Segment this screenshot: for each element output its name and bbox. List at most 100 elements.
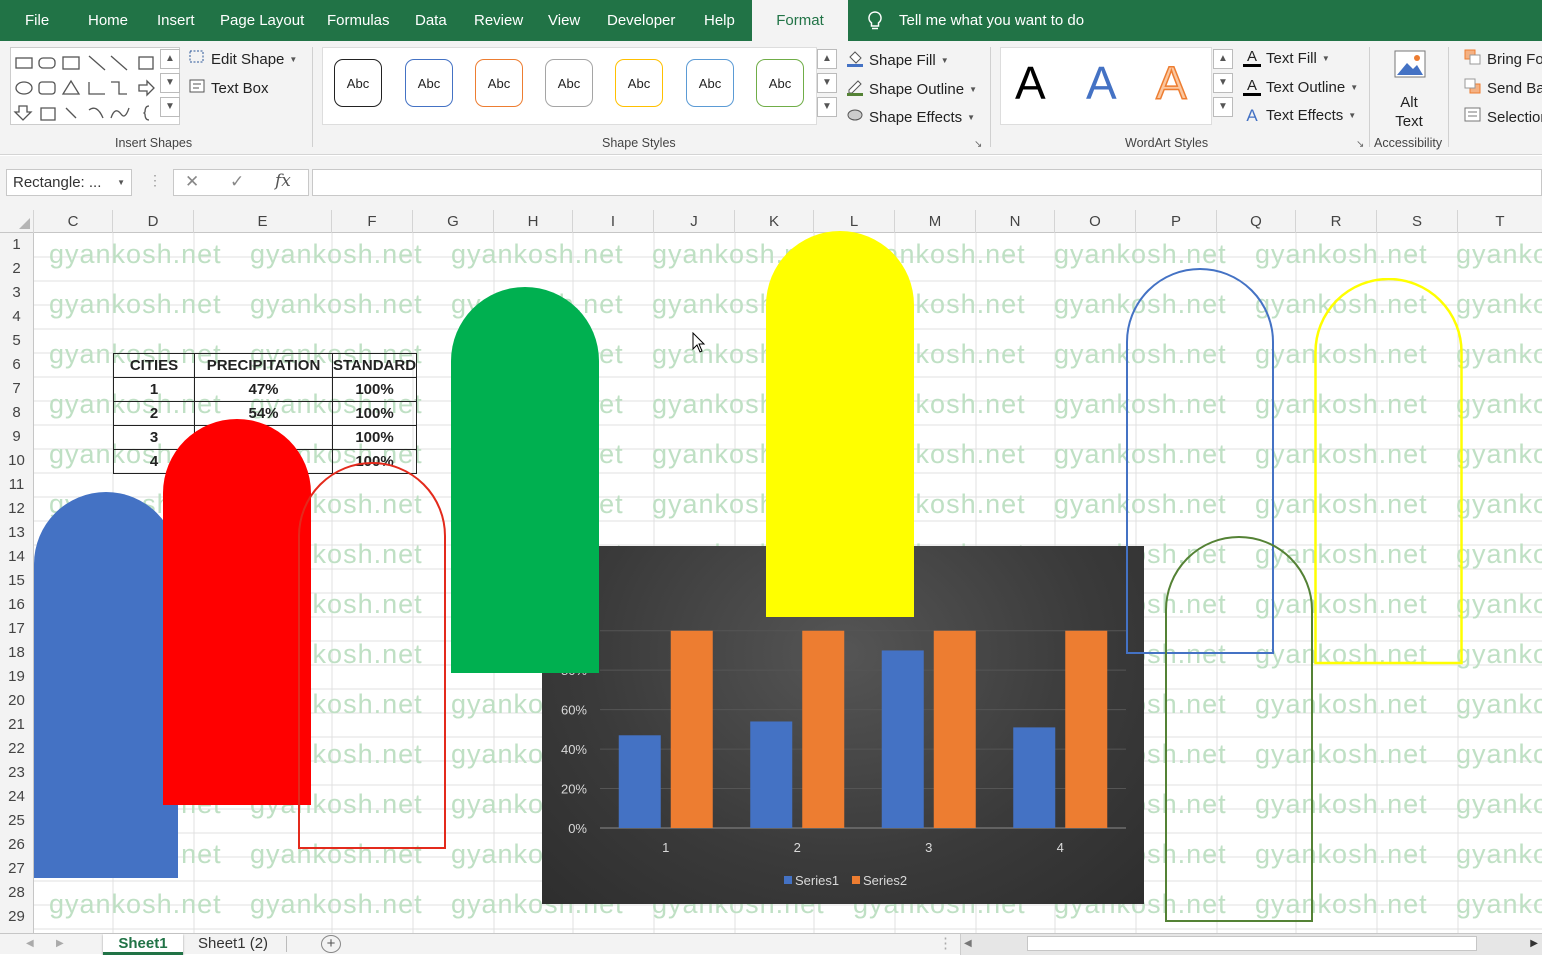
row-header[interactable]: 7 bbox=[0, 377, 33, 401]
style-preset-6[interactable]: Abc bbox=[686, 59, 734, 107]
tab-format[interactable]: Format bbox=[752, 0, 848, 41]
row-header[interactable]: 25 bbox=[0, 809, 33, 833]
send-backward-button[interactable]: Send Ba bbox=[1464, 78, 1542, 98]
row-header[interactable]: 10 bbox=[0, 449, 33, 473]
table-cell[interactable]: 100% bbox=[331, 377, 418, 402]
table-cell[interactable]: 47% bbox=[194, 377, 333, 402]
alt-text-button[interactable]: Alt Text bbox=[1382, 47, 1436, 131]
green-filled-arch[interactable] bbox=[451, 287, 599, 673]
style-preset-3[interactable]: Abc bbox=[475, 59, 523, 107]
shapes-gallery[interactable] bbox=[10, 47, 180, 125]
row-header[interactable]: 12 bbox=[0, 497, 33, 521]
tab-developer[interactable]: Developer bbox=[607, 0, 675, 41]
row-header[interactable]: 24 bbox=[0, 785, 33, 809]
shape-effects-button[interactable]: Shape Effects ▼ bbox=[846, 107, 975, 127]
row-header[interactable]: 9 bbox=[0, 425, 33, 449]
row-header[interactable]: 18 bbox=[0, 641, 33, 665]
tab-formulas[interactable]: Formulas bbox=[327, 0, 390, 41]
tell-me-search[interactable]: Tell me what you want to do bbox=[899, 0, 1084, 41]
wordart-blue[interactable]: A bbox=[1086, 59, 1117, 107]
row-header[interactable]: 14 bbox=[0, 545, 33, 569]
row-header[interactable]: 22 bbox=[0, 737, 33, 761]
style-preset-7[interactable]: Abc bbox=[756, 59, 804, 107]
enter-icon[interactable]: ✓ bbox=[230, 172, 244, 192]
column-header[interactable]: L bbox=[814, 210, 895, 233]
row-header[interactable]: 20 bbox=[0, 689, 33, 713]
scrollbar-thumb[interactable] bbox=[1027, 936, 1477, 951]
chevron-down-icon[interactable]: ▼ bbox=[117, 170, 125, 195]
row-header[interactable]: 16 bbox=[0, 593, 33, 617]
text-effects-button[interactable]: A Text Effects ▼ bbox=[1243, 107, 1356, 124]
column-header[interactable]: O bbox=[1055, 210, 1136, 233]
sheet-tab[interactable]: Sheet1 (2) bbox=[198, 934, 268, 955]
style-preset-4[interactable]: Abc bbox=[545, 59, 593, 107]
insert-function-icon[interactable]: fx bbox=[275, 171, 291, 191]
tab-review[interactable]: Review bbox=[474, 0, 523, 41]
cancel-icon[interactable]: ✕ bbox=[185, 172, 199, 192]
selection-pane-button[interactable]: Selection bbox=[1464, 107, 1542, 127]
scroll-left-icon[interactable]: ◀ bbox=[964, 934, 972, 953]
dialog-launcher-icon[interactable]: ↘ bbox=[974, 139, 982, 150]
edit-shape-button[interactable]: Edit Shape ▼ bbox=[188, 49, 297, 69]
bring-forward-button[interactable]: Bring Fo bbox=[1464, 49, 1542, 69]
blue-filled-arch[interactable] bbox=[34, 492, 178, 878]
column-header[interactable]: J bbox=[654, 210, 735, 233]
column-header[interactable]: S bbox=[1377, 210, 1458, 233]
tab-insert[interactable]: Insert bbox=[157, 0, 195, 41]
column-header[interactable]: Q bbox=[1217, 210, 1296, 233]
table-cell[interactable]: 100% bbox=[331, 401, 418, 426]
row-header[interactable]: 13 bbox=[0, 521, 33, 545]
table-cell[interactable]: 1 bbox=[113, 377, 195, 402]
green-outline-arch[interactable] bbox=[1165, 536, 1313, 923]
column-header[interactable]: G bbox=[413, 210, 494, 233]
styles-gallery-scroll[interactable]: ▲ ▼ ▼ bbox=[817, 49, 837, 117]
row-header[interactable]: 8 bbox=[0, 401, 33, 425]
style-preset-1[interactable]: Abc bbox=[334, 59, 382, 107]
column-header[interactable]: M bbox=[895, 210, 976, 233]
row-header[interactable]: 4 bbox=[0, 305, 33, 329]
sheet-tab-active[interactable]: Sheet1 bbox=[103, 934, 183, 955]
yellow-outline-arch[interactable] bbox=[1314, 278, 1463, 665]
scroll-right-icon[interactable]: ▶ bbox=[56, 934, 64, 955]
row-header[interactable]: 26 bbox=[0, 833, 33, 857]
column-header[interactable]: H bbox=[494, 210, 573, 233]
table-header[interactable]: CITIES bbox=[113, 353, 195, 378]
tab-view[interactable]: View bbox=[548, 0, 580, 41]
column-header[interactable]: N bbox=[976, 210, 1055, 233]
scroll-left-icon[interactable]: ◀ bbox=[26, 934, 34, 955]
table-cell[interactable]: 100% bbox=[331, 425, 418, 450]
column-header[interactable]: R bbox=[1296, 210, 1377, 233]
column-header[interactable]: K bbox=[735, 210, 814, 233]
column-header[interactable]: F bbox=[332, 210, 413, 233]
column-header[interactable]: D bbox=[113, 210, 194, 233]
tab-help[interactable]: Help bbox=[704, 0, 735, 41]
wordart-gallery-scroll[interactable]: ▲ ▼ ▼ bbox=[1213, 49, 1233, 117]
column-header[interactable]: E bbox=[194, 210, 332, 233]
shape-fill-button[interactable]: Shape Fill ▼ bbox=[846, 49, 949, 71]
column-header[interactable]: T bbox=[1458, 210, 1542, 233]
row-header[interactable]: 21 bbox=[0, 713, 33, 737]
row-header[interactable]: 28 bbox=[0, 881, 33, 905]
tab-data[interactable]: Data bbox=[415, 0, 447, 41]
add-sheet-button[interactable]: + bbox=[321, 935, 341, 953]
dialog-launcher-icon[interactable]: ↘ bbox=[1356, 139, 1364, 150]
row-header[interactable]: 27 bbox=[0, 857, 33, 881]
table-header[interactable]: PRECIPITATION bbox=[194, 353, 333, 378]
row-header[interactable]: 29 bbox=[0, 905, 33, 929]
row-header[interactable]: 19 bbox=[0, 665, 33, 689]
row-header[interactable]: 3 bbox=[0, 281, 33, 305]
row-header[interactable]: 17 bbox=[0, 617, 33, 641]
name-box[interactable]: Rectangle: ... ▼ bbox=[6, 169, 132, 196]
shape-outline-button[interactable]: Shape Outline ▼ bbox=[846, 78, 977, 100]
text-box-button[interactable]: Text Box bbox=[188, 78, 269, 98]
horizontal-scrollbar[interactable]: ◀ ▶ bbox=[960, 934, 1542, 955]
formula-input[interactable] bbox=[312, 169, 1542, 196]
shapes-gallery-scroll[interactable]: ▲ ▼ ▼ bbox=[160, 49, 180, 117]
tab-home[interactable]: Home bbox=[88, 0, 128, 41]
tab-page-layout[interactable]: Page Layout bbox=[220, 0, 304, 41]
column-header[interactable]: C bbox=[34, 210, 113, 233]
red-outline-arch[interactable] bbox=[298, 462, 446, 850]
row-header[interactable]: 6 bbox=[0, 353, 33, 377]
row-header[interactable]: 1 bbox=[0, 233, 33, 257]
row-header[interactable]: 23 bbox=[0, 761, 33, 785]
